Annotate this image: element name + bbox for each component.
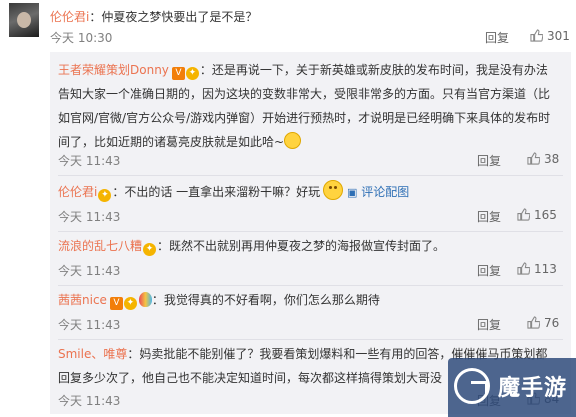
thumbs-up-icon [517, 208, 530, 221]
divider [58, 285, 563, 286]
reply-time: 今天 11:43 [58, 394, 121, 408]
level-icon: ✦ [143, 243, 157, 256]
reply-text: 茜茜nice V ✦ ：我觉得真的不好看啊，你们怎么那么期待 [58, 292, 380, 310]
username-link[interactable]: 流浪的乱七八糟 [58, 239, 142, 253]
reply-text: 流浪的乱七八糟 ✦ ：既然不出就别再用仲夏夜之梦的海报做宣传封面了。 [58, 239, 446, 256]
reply-text: 伦伦君i ✦ ：不出的话 一直拿出来溜粉干嘛？好玩 ▣ 评论配图 [58, 180, 563, 205]
reply-button[interactable]: 回复 [477, 208, 501, 225]
main-comment: 伦伦君i：仲夏夜之梦快要出了是不是？ 今天 10:30 回复 301 [0, 0, 576, 52]
like-count: 76 [544, 316, 560, 330]
watermark-logo: 魔手游 [448, 358, 576, 417]
verified-icon: V [171, 67, 185, 80]
comment-picture-link[interactable]: ▣ 评论配图 [347, 185, 409, 199]
like-button[interactable]: 301 [530, 29, 570, 43]
thumbs-up-icon [527, 152, 540, 165]
level-icon: ✦ [98, 189, 112, 202]
like-count: 38 [544, 152, 560, 166]
level-icon: ✦ [185, 67, 199, 80]
verified-icon: V [109, 297, 123, 310]
list-item: 王者荣耀策划Donny V ✦ ：还是再说一下，关于新英雄或新皮肤的发布时间，我是没有… [58, 58, 563, 154]
thumbs-up-icon [530, 29, 543, 42]
reply-time: 今天 11:43 [58, 264, 121, 278]
list-item: 伦伦君i ✦ ：不出的话 一直拿出来溜粉干嘛？好玩 ▣ 评论配图 [58, 180, 563, 205]
watermark-icon [454, 368, 490, 404]
like-button[interactable]: 113 [517, 262, 557, 276]
reply-button[interactable]: 回复 [485, 29, 509, 46]
username-link[interactable]: 茜茜nice [58, 293, 107, 307]
watermark-text: 魔手游 [498, 376, 568, 401]
reply-time: 今天 11:43 [58, 154, 121, 168]
list-item: 流浪的乱七八糟 ✦ ：既然不出就别再用仲夏夜之梦的海报做宣传封面了。 [58, 234, 563, 258]
main-comment-text: 伦伦君i：仲夏夜之梦快要出了是不是？ [50, 8, 257, 25]
avatar[interactable] [9, 3, 39, 37]
reply-button[interactable]: 回复 [477, 316, 501, 333]
balloon-icon [138, 292, 152, 307]
list-item: 茜茜nice V ✦ ：我觉得真的不好看啊，你们怎么那么期待 [58, 288, 563, 312]
reply-button[interactable]: 回复 [477, 152, 501, 169]
smile-emoji-icon [323, 180, 344, 200]
username-link[interactable]: 王者荣耀策划Donny [58, 63, 169, 77]
level-icon: ✦ [123, 297, 137, 310]
emoji-icon [284, 132, 302, 149]
reply-button[interactable]: 回复 [477, 262, 501, 279]
reply-time: 今天 11:43 [58, 210, 121, 224]
image-icon: ▣ [347, 186, 358, 199]
like-button[interactable]: 165 [517, 208, 557, 222]
divider [58, 231, 563, 232]
like-count: 165 [534, 208, 557, 222]
divider [58, 339, 563, 340]
comment-body: ：仲夏夜之梦快要出了是不是？ [89, 10, 258, 24]
username-link[interactable]: 伦伦君i [58, 185, 97, 199]
like-count: 301 [547, 29, 570, 43]
thumbs-up-icon [517, 262, 530, 275]
username-link[interactable]: 伦伦君i [50, 10, 89, 24]
like-button[interactable]: 38 [527, 152, 559, 166]
username-link[interactable]: Smile、唯尊 [58, 347, 127, 361]
like-button[interactable]: 76 [527, 316, 559, 330]
reply-text: 王者荣耀策划Donny V ✦ ：还是再说一下，关于新英雄或新皮肤的发布时间，我是没有… [58, 63, 551, 149]
reply-time: 今天 11:43 [58, 318, 121, 332]
divider [58, 175, 563, 176]
like-count: 113 [534, 262, 557, 276]
comment-time: 今天 10:30 [50, 31, 113, 45]
thumbs-up-icon [527, 316, 540, 329]
